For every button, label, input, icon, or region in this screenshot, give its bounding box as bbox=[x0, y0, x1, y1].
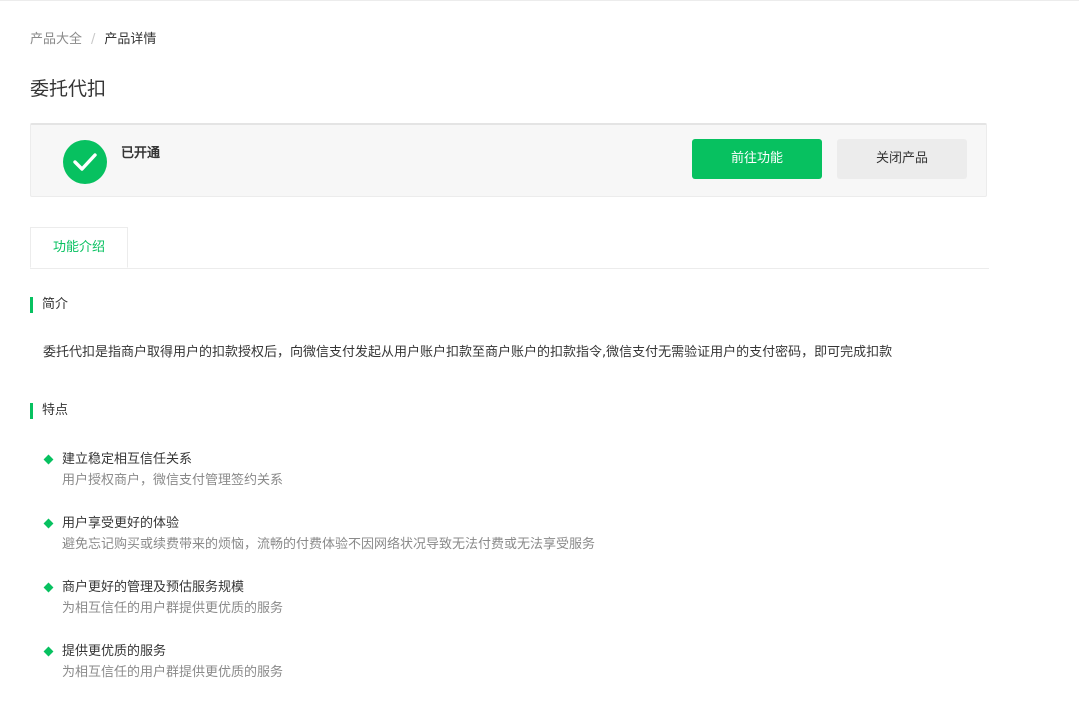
close-product-button[interactable]: 关闭产品 bbox=[837, 139, 967, 179]
tab-feature-intro[interactable]: 功能介绍 bbox=[30, 227, 128, 268]
top-divider bbox=[0, 0, 1079, 1]
feature-title: 提供更优质的服务 bbox=[62, 644, 167, 659]
tab-bar: 功能介绍 bbox=[30, 227, 989, 269]
diamond-bullet-icon bbox=[43, 582, 54, 593]
feature-title: 商户更好的管理及预估服务规模 bbox=[62, 580, 245, 595]
section-title-intro: 简介 bbox=[30, 297, 68, 313]
go-to-feature-button[interactable]: 前往功能 bbox=[692, 139, 822, 179]
intro-text: 委托代扣是指商户取得用户的扣款授权后，向微信支付发起从用户账户扣款至商户账户的扣… bbox=[43, 345, 893, 360]
feature-title: 用户享受更好的体验 bbox=[62, 516, 180, 531]
page-title: 委托代扣 bbox=[30, 78, 107, 100]
status-card: 已开通 前往功能 关闭产品 bbox=[30, 123, 987, 197]
feature-title: 建立稳定相互信任关系 bbox=[62, 452, 193, 467]
diamond-bullet-icon bbox=[43, 518, 54, 529]
diamond-bullet-icon bbox=[43, 454, 54, 465]
feature-desc: 为相互信任的用户群提供更优质的服务 bbox=[62, 601, 284, 616]
feature-desc: 为相互信任的用户群提供更优质的服务 bbox=[62, 665, 284, 680]
section-title-features: 特点 bbox=[30, 403, 68, 419]
check-circle-icon bbox=[63, 140, 107, 184]
breadcrumb-link-products[interactable]: 产品大全 bbox=[30, 32, 82, 47]
feature-desc: 避免忘记购买或续费带来的烦恼，流畅的付费体验不因网络状况导致无法付费或无法享受服… bbox=[62, 537, 596, 552]
breadcrumb-current: 产品详情 bbox=[104, 32, 157, 47]
status-label: 已开通 bbox=[121, 146, 161, 161]
breadcrumb-separator: / bbox=[91, 32, 96, 47]
feature-desc: 用户授权商户，微信支付管理签约关系 bbox=[62, 473, 284, 488]
diamond-bullet-icon bbox=[43, 646, 54, 657]
breadcrumb: 产品大全 / 产品详情 bbox=[30, 31, 156, 49]
